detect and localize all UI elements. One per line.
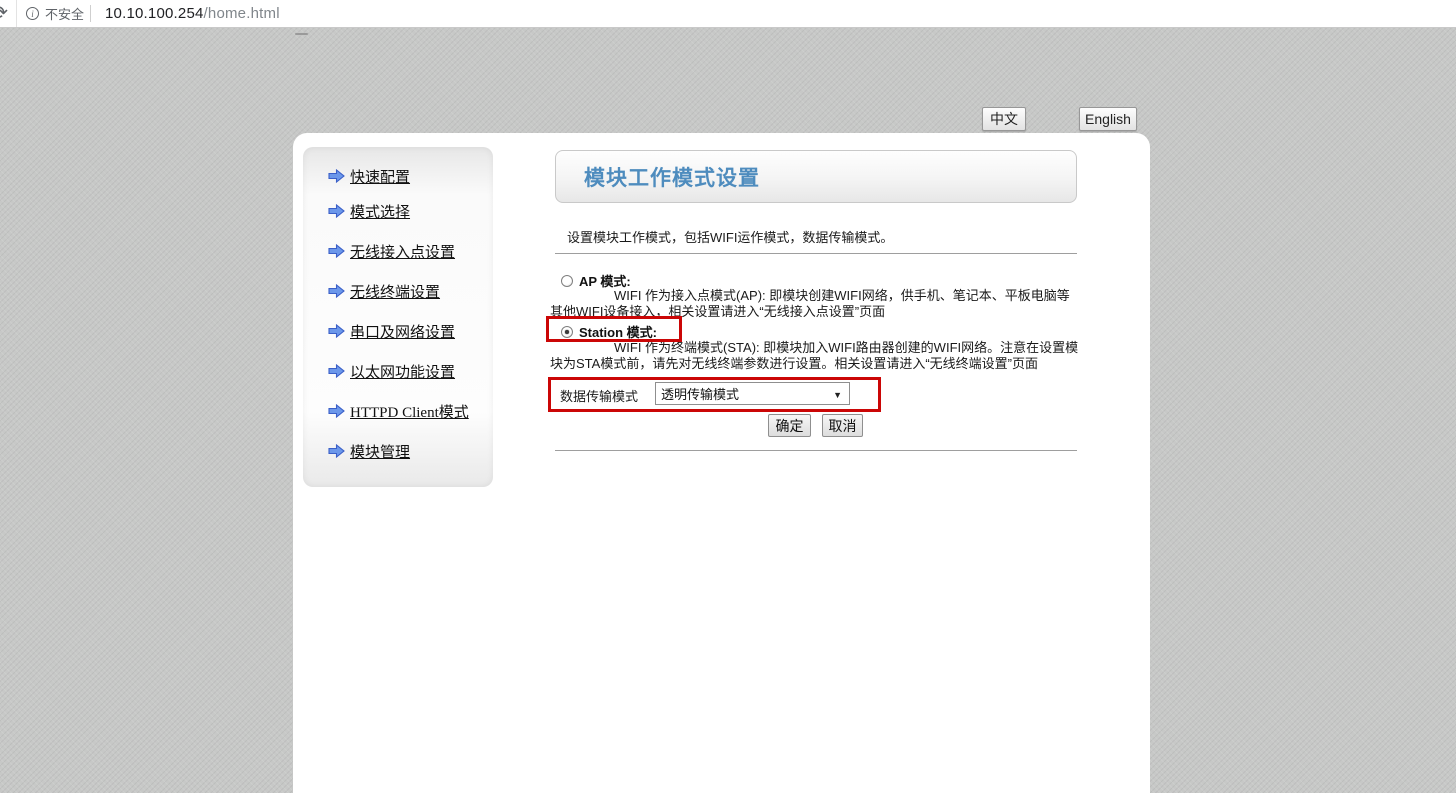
station-mode-option[interactable]: Station 模式:	[561, 322, 657, 341]
main-panel: 快速配置 模式选择 无线接入点设置 无线终端设置 串口及网络设置	[293, 133, 1150, 793]
url-divider	[90, 5, 91, 22]
sidebar-item-httpd-client[interactable]: HTTPD Client模式	[328, 401, 469, 421]
browser-address-bar: ⟳ i 不安全 10.10.100.254/home.html	[0, 0, 1456, 28]
cancel-button[interactable]: 取消	[822, 414, 863, 437]
separator	[555, 450, 1077, 452]
not-secure-label: 不安全	[45, 4, 84, 23]
reload-icon[interactable]: ⟳	[0, 2, 8, 25]
page-title-box: 模块工作模式设置	[555, 150, 1077, 203]
arrow-icon	[328, 364, 345, 378]
station-mode-description: WIFI 作为终端模式(STA): 即模块加入WIFI路由器创建的WIFI网络。…	[550, 340, 1083, 371]
sidebar-nav: 快速配置 模式选择 无线接入点设置 无线终端设置 串口及网络设置	[303, 147, 493, 487]
page-background: 中文 English 快速配置 模式选择 无线接入点设置	[0, 28, 1456, 793]
sidebar-link-label: 无线接入点设置	[350, 241, 455, 262]
arrow-icon	[328, 444, 345, 458]
sidebar-link-label: 模式选择	[350, 201, 410, 222]
sidebar-item-quick-config[interactable]: 快速配置	[328, 166, 410, 186]
arrow-icon	[328, 324, 345, 338]
page-title: 模块工作模式设置	[584, 162, 760, 192]
sidebar-item-ap-settings[interactable]: 无线接入点设置	[328, 241, 455, 261]
sidebar-item-uart-network[interactable]: 串口及网络设置	[328, 321, 455, 341]
sidebar-link-label: 以太网功能设置	[350, 361, 455, 382]
station-mode-radio[interactable]	[561, 326, 573, 338]
sidebar-link-label: 快速配置	[350, 166, 410, 187]
sidebar-link-label: 串口及网络设置	[350, 321, 455, 342]
ok-button[interactable]: 确定	[768, 414, 811, 437]
ap-mode-description: WIFI 作为接入点模式(AP): 即模块创建WIFI网络，供手机、笔记本、平板…	[550, 288, 1079, 319]
arrow-icon	[328, 404, 345, 418]
ap-mode-radio[interactable]	[561, 275, 573, 287]
scroll-artifact	[295, 33, 308, 35]
site-security-chip[interactable]: i 不安全	[26, 0, 84, 27]
screen-root: ⟳ i 不安全 10.10.100.254/home.html 中文 Engli…	[0, 0, 1456, 793]
language-english-button[interactable]: English	[1079, 107, 1137, 131]
sidebar-item-module-mgmt[interactable]: 模块管理	[328, 441, 410, 461]
url-input[interactable]: 10.10.100.254/home.html	[105, 0, 280, 27]
sidebar-item-mode-select[interactable]: 模式选择	[328, 201, 410, 221]
sidebar-link-label: 模块管理	[350, 441, 410, 462]
arrow-icon	[328, 284, 345, 298]
transfer-mode-select[interactable]: 透明传输模式 ▼	[655, 382, 850, 405]
transfer-mode-label: 数据传输模式	[560, 386, 638, 405]
intro-text: 设置模块工作模式，包括WIFI运作模式，数据传输模式。	[567, 227, 1067, 246]
language-chinese-button[interactable]: 中文	[982, 107, 1026, 131]
address-bar-divider	[16, 0, 17, 27]
arrow-icon	[328, 204, 345, 218]
arrow-icon	[328, 244, 345, 258]
transfer-mode-selected-value: 透明传输模式	[661, 384, 739, 403]
arrow-icon	[328, 169, 345, 183]
url-path: /home.html	[204, 5, 280, 22]
sidebar-item-sta-settings[interactable]: 无线终端设置	[328, 281, 440, 301]
station-mode-label[interactable]: Station 模式:	[579, 322, 657, 341]
chevron-down-icon: ▼	[833, 390, 842, 400]
sidebar-item-ethernet[interactable]: 以太网功能设置	[328, 361, 455, 381]
sidebar-link-label: 无线终端设置	[350, 281, 440, 302]
url-host: 10.10.100.254	[105, 5, 204, 22]
info-icon: i	[26, 7, 39, 20]
sidebar-link-label: HTTPD Client模式	[350, 401, 469, 422]
separator	[555, 253, 1077, 255]
